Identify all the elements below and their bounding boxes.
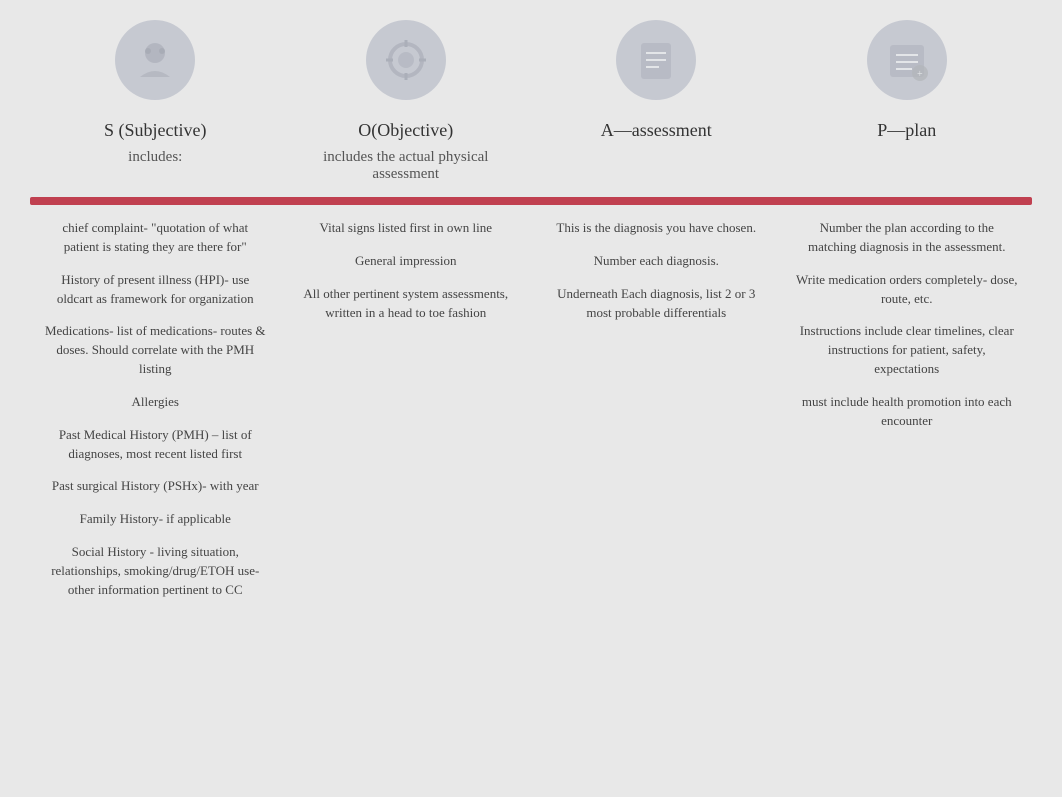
objective-bullet-3: All other pertinent system assessments, … [295, 285, 518, 323]
subjective-bullet-6: Past surgical History (PSHx)- with year [44, 477, 267, 496]
top-section: S (Subjective) includes: O(Objective) in… [30, 20, 1032, 187]
col-subjective-top: S (Subjective) includes: [30, 20, 281, 187]
divider-bar [30, 197, 1032, 205]
col-subjective-subtitle: includes: [128, 149, 182, 166]
subjective-bullet-4: Allergies [44, 393, 267, 412]
plan-bullet-4: must include health promotion into each … [796, 393, 1019, 431]
assessment-bullet-1: This is the diagnosis you have chosen. [545, 219, 768, 238]
col-objective-subtitle: includes the actual physical assessment [291, 149, 522, 183]
col-plan-title: P—plan [877, 120, 936, 141]
col-objective-title: O(Objective) [358, 120, 453, 141]
subjective-icon [115, 20, 195, 100]
svg-text:+: + [917, 69, 923, 80]
plan-bullet-3: Instructions include clear timelines, cl… [796, 322, 1019, 379]
subjective-bullet-7: Family History- if applicable [44, 510, 267, 529]
content-section: chief complaint- "quotation of what pati… [30, 219, 1032, 614]
assessment-icon [616, 20, 696, 100]
subjective-bullet-5: Past Medical History (PMH) – list of dia… [44, 426, 267, 464]
subjective-bullet-8: Social History - living situation, relat… [44, 543, 267, 600]
objective-bullet-2: General impression [295, 252, 518, 271]
col-subjective-content: chief complaint- "quotation of what pati… [30, 219, 281, 614]
plan-bullet-2: Write medication orders completely- dose… [796, 271, 1019, 309]
page-container: S (Subjective) includes: O(Objective) in… [0, 0, 1062, 797]
objective-icon [366, 20, 446, 100]
plan-bullet-1: Number the plan according to the matchin… [796, 219, 1019, 257]
col-objective-top: O(Objective) includes the actual physica… [281, 20, 532, 187]
col-objective-content: Vital signs listed first in own line Gen… [281, 219, 532, 614]
col-plan-top: + P—plan [782, 20, 1033, 187]
assessment-bullet-2: Number each diagnosis. [545, 252, 768, 271]
subjective-bullet-1: chief complaint- "quotation of what pati… [44, 219, 267, 257]
assessment-bullet-3: Underneath Each diagnosis, list 2 or 3 m… [545, 285, 768, 323]
col-assessment-title: A—assessment [601, 120, 712, 141]
col-assessment-top: A—assessment [531, 20, 782, 187]
col-assessment-content: This is the diagnosis you have chosen. N… [531, 219, 782, 614]
objective-bullet-1: Vital signs listed first in own line [295, 219, 518, 238]
subjective-bullet-2: History of present illness (HPI)- use ol… [44, 271, 267, 309]
plan-icon: + [867, 20, 947, 100]
col-plan-content: Number the plan according to the matchin… [782, 219, 1033, 614]
subjective-bullet-3: Medications- list of medications- routes… [44, 322, 267, 379]
col-subjective-title: S (Subjective) [104, 120, 206, 141]
